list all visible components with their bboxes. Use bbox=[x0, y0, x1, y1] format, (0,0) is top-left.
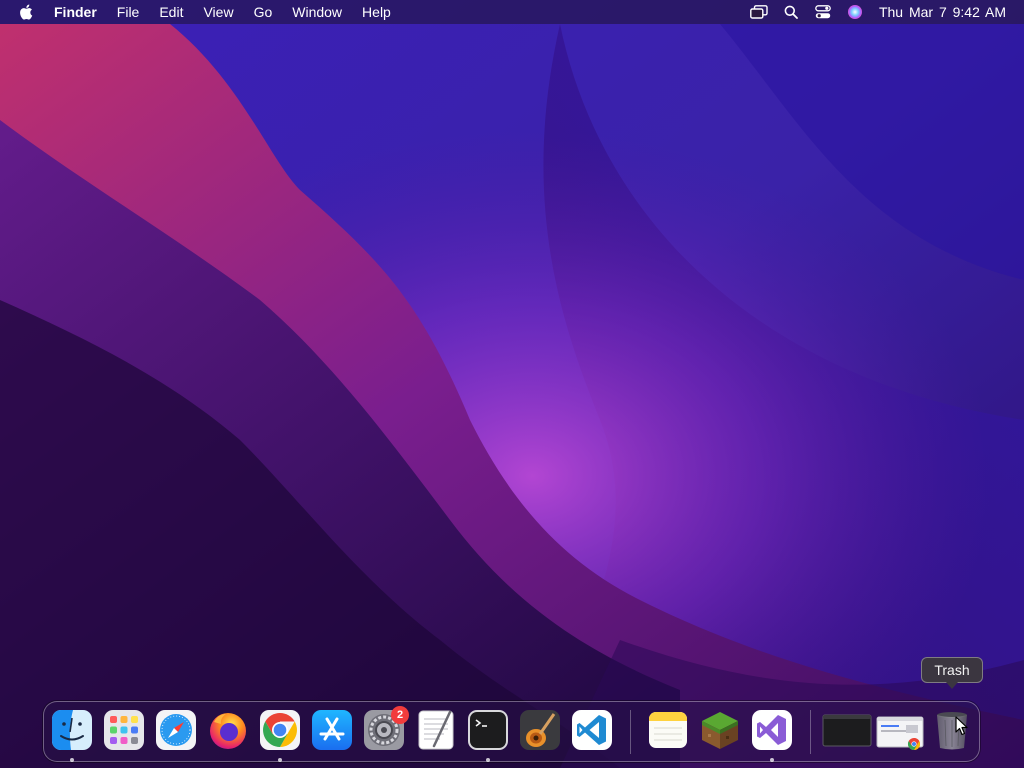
textedit-icon bbox=[418, 710, 454, 750]
mouse-cursor-icon bbox=[955, 716, 968, 736]
dock: 2 bbox=[43, 701, 980, 762]
desktop-wallpaper bbox=[0, 0, 1024, 768]
notification-badge: 2 bbox=[391, 706, 409, 724]
dock-app-terminal[interactable] bbox=[466, 708, 510, 752]
dock-app-safari[interactable] bbox=[154, 708, 198, 752]
menu-go[interactable]: Go bbox=[244, 0, 283, 24]
menu-edit[interactable]: Edit bbox=[149, 0, 193, 24]
dock-divider bbox=[630, 710, 631, 754]
dock-app-vscode[interactable] bbox=[570, 708, 614, 752]
finder-icon bbox=[52, 710, 92, 750]
dock-app-notes[interactable] bbox=[646, 708, 690, 752]
firefox-icon bbox=[210, 713, 246, 749]
app-store-icon bbox=[312, 710, 352, 750]
menu-bar-status: Thu Mar 7 9:42 AM bbox=[743, 0, 1024, 24]
terminal-window-thumbnail-icon bbox=[822, 714, 872, 747]
dock-app-visual-studio[interactable] bbox=[750, 708, 794, 752]
dock-tooltip: Trash bbox=[921, 657, 983, 683]
control-center-icon[interactable] bbox=[807, 0, 839, 24]
launchpad-icon bbox=[104, 710, 144, 750]
garageband-icon bbox=[520, 710, 560, 750]
running-indicator bbox=[770, 758, 774, 762]
minecraft-icon bbox=[702, 712, 738, 749]
chrome-icon bbox=[260, 710, 300, 750]
dock-app-finder[interactable] bbox=[50, 708, 94, 752]
running-indicator bbox=[278, 758, 282, 762]
search-icon[interactable] bbox=[775, 0, 807, 24]
visual-studio-icon bbox=[752, 710, 792, 750]
apple-menu-icon[interactable] bbox=[0, 0, 52, 24]
dock-divider bbox=[810, 710, 811, 754]
notes-icon bbox=[649, 712, 687, 748]
menu-app-name[interactable]: Finder bbox=[52, 0, 107, 24]
dock-app-chrome[interactable] bbox=[258, 708, 302, 752]
dock-app-textedit[interactable] bbox=[414, 708, 458, 752]
dock-app-minecraft[interactable] bbox=[698, 708, 742, 752]
dock-tooltip-pointer bbox=[946, 682, 958, 689]
screen-mirroring-icon[interactable] bbox=[743, 0, 775, 24]
dock-app-firefox[interactable] bbox=[206, 708, 250, 752]
dock-minimized-chrome-window[interactable] bbox=[876, 708, 926, 752]
chrome-window-thumbnail-icon bbox=[876, 716, 924, 750]
siri-icon[interactable] bbox=[839, 0, 871, 24]
menu-file[interactable]: File bbox=[107, 0, 150, 24]
terminal-icon bbox=[468, 710, 508, 750]
menu-window[interactable]: Window bbox=[282, 0, 352, 24]
menu-bar: Finder File Edit View Go Window Help Thu… bbox=[0, 0, 1024, 24]
vscode-icon bbox=[572, 710, 612, 750]
dock-app-app-store[interactable] bbox=[310, 708, 354, 752]
dock-minimized-terminal-window[interactable] bbox=[822, 708, 872, 752]
menu-bar-left: Finder File Edit View Go Window Help bbox=[0, 0, 401, 24]
safari-icon bbox=[156, 710, 196, 750]
menu-view[interactable]: View bbox=[193, 0, 243, 24]
dock-app-launchpad[interactable] bbox=[102, 708, 146, 752]
running-indicator bbox=[70, 758, 74, 762]
running-indicator bbox=[486, 758, 490, 762]
menu-help[interactable]: Help bbox=[352, 0, 401, 24]
dock-app-garageband[interactable] bbox=[518, 708, 562, 752]
menu-bar-clock[interactable]: Thu Mar 7 9:42 AM bbox=[879, 4, 1006, 20]
